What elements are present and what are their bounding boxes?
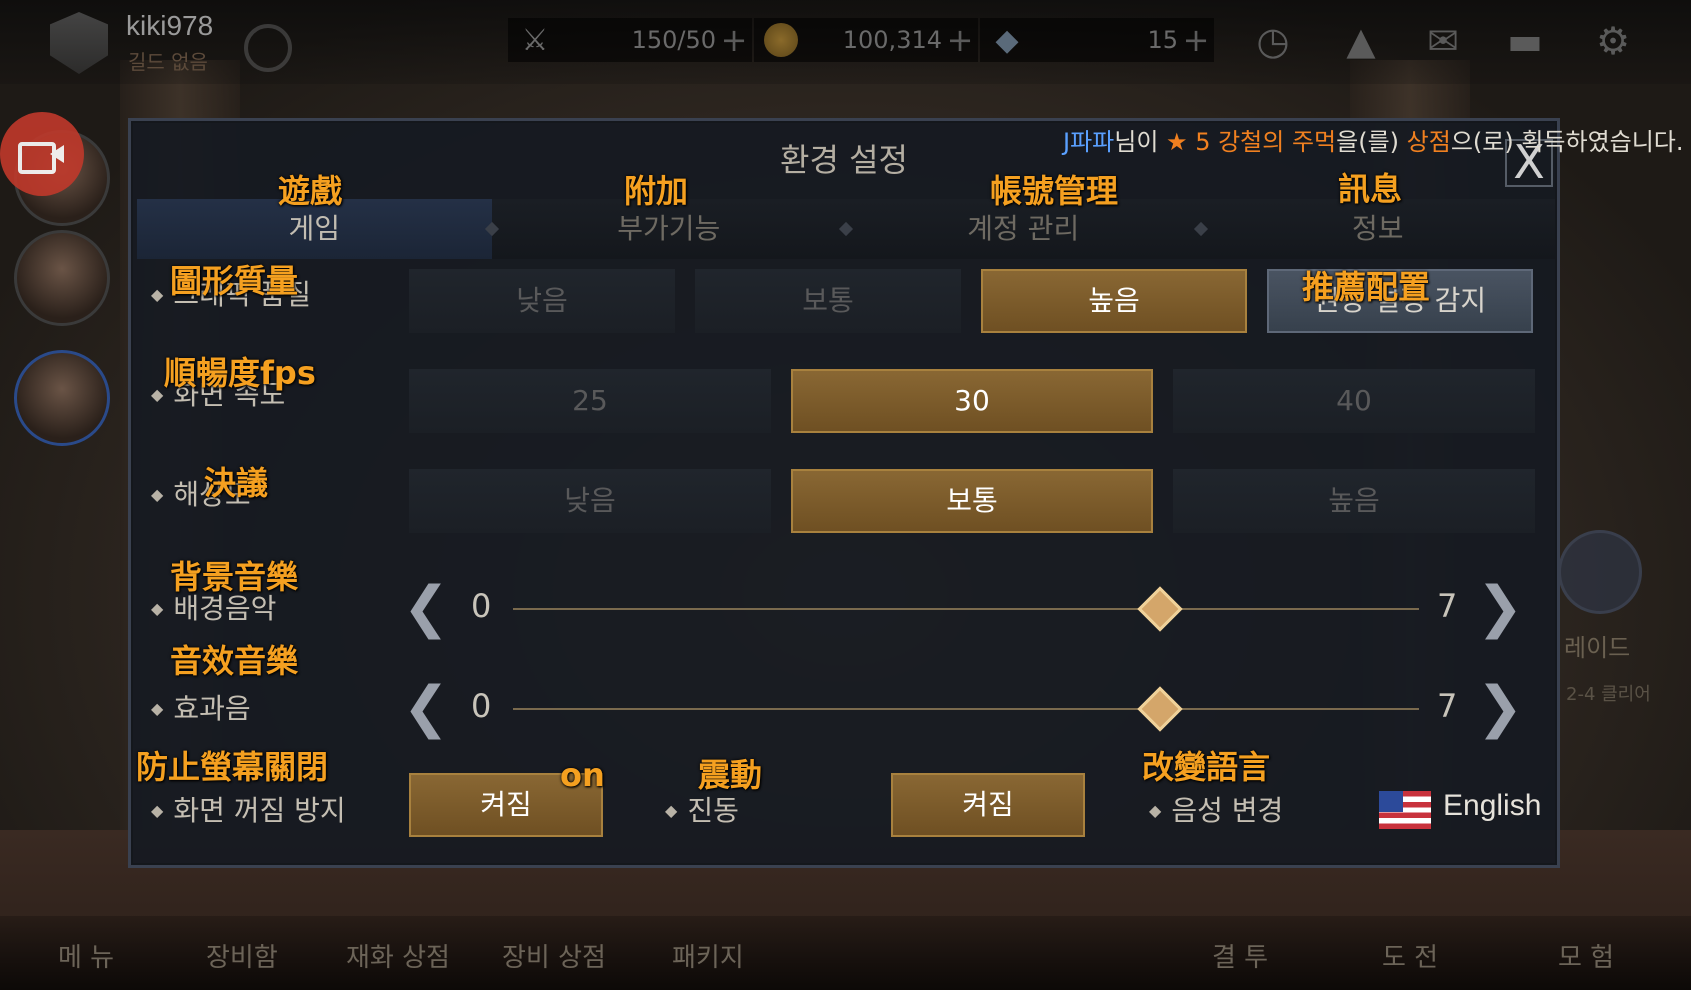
graphics-high-button[interactable]: 높음 xyxy=(981,269,1247,333)
tab-label: 정보 xyxy=(1351,212,1404,245)
caption-recommended: 推薦配置 xyxy=(1302,268,1431,306)
bottom-nav: 메 뉴 장비함 재화 상점 장비 상점 패키지 결 투 도 전 모 험 xyxy=(0,916,1691,990)
nav-duel[interactable]: 결 투 xyxy=(1212,937,1268,974)
sfx-increase-arrow-icon[interactable]: ❯ xyxy=(1475,677,1525,739)
gold-value: 100,314 xyxy=(842,26,942,54)
helmet-icon[interactable] xyxy=(244,24,292,72)
nav-menu[interactable]: 메 뉴 xyxy=(58,937,114,974)
player-name: kiki978 xyxy=(126,10,214,41)
vibration-toggle[interactable]: 켜짐 xyxy=(891,773,1085,837)
voice-language-value[interactable]: English xyxy=(1443,789,1541,823)
nav-equipment-shop[interactable]: 장비 상점 xyxy=(502,937,606,974)
raid-label: 레이드 xyxy=(1564,634,1631,662)
nav-challenge[interactable]: 도 전 xyxy=(1382,937,1438,974)
caption-voice: 改變語言 xyxy=(1142,748,1271,786)
add-gem-button[interactable]: + xyxy=(1178,21,1214,59)
nav-package[interactable]: 패키지 xyxy=(672,937,744,974)
notification-text: 을(를) xyxy=(1336,128,1407,156)
nav-currency-shop[interactable]: 재화 상점 xyxy=(346,937,450,974)
caption-account-tab: 帳號管理 xyxy=(990,172,1119,210)
guild-name: 길드 없음 xyxy=(128,50,208,74)
gem-bar: ◆ 15 + xyxy=(980,18,1214,62)
notification-star: ★ 5 xyxy=(1166,128,1219,156)
notification-item: 강철의 주먹 xyxy=(1218,128,1337,156)
add-stamina-button[interactable]: + xyxy=(716,21,752,59)
raid-skull-icon[interactable] xyxy=(1558,530,1642,614)
sword-icon: ⚔ xyxy=(521,23,549,58)
graphics-medium-button[interactable]: 보통 xyxy=(695,269,961,333)
notification-player: J파파 xyxy=(1063,128,1115,156)
caption-vibration: 震動 xyxy=(698,756,763,794)
us-flag-icon[interactable] xyxy=(1379,791,1431,829)
gem-value: 15 xyxy=(1147,26,1178,54)
acquisition-notification: J파파님이 ★ 5 강철의 주먹을(를) 상점으(로) 획득하였습니다. xyxy=(1063,122,1684,157)
sfx-decrease-arrow-icon[interactable]: ❮ xyxy=(401,677,451,739)
top-hud: kiki978 길드 없음 ⚔ 150/50 + 100,314 + ◆ 15 … xyxy=(0,0,1691,84)
nav-adventure[interactable]: 모 험 xyxy=(1558,937,1614,974)
notification-place: 상점 xyxy=(1406,128,1451,156)
sfx-slider-knob[interactable] xyxy=(1137,686,1183,732)
sfx-max: 7 xyxy=(1437,687,1458,725)
notification-text: 님이 xyxy=(1114,128,1167,156)
bgm-slider-knob[interactable] xyxy=(1137,586,1183,632)
stamina-bar: ⚔ 150/50 + xyxy=(508,18,752,62)
caption-resolution: 決議 xyxy=(204,464,269,502)
clock-icon[interactable]: ◷ xyxy=(1248,18,1298,64)
caption-screen-off: 防止螢幕關閉 xyxy=(136,748,329,786)
raid-progress: 2-4 클리어 xyxy=(1566,684,1651,705)
record-video-icon[interactable] xyxy=(0,112,84,196)
bgm-max: 7 xyxy=(1437,587,1458,625)
chat-icon[interactable]: ▬ xyxy=(1500,18,1550,64)
bgm-slider-track[interactable] xyxy=(513,608,1419,610)
caption-on: on xyxy=(560,756,605,794)
resolution-high-button[interactable]: 높음 xyxy=(1173,469,1535,533)
bgm-decrease-arrow-icon[interactable]: ❮ xyxy=(401,577,451,639)
gem-icon: ◆ xyxy=(995,23,1019,58)
sfx-label: 효과음 xyxy=(151,687,250,727)
tab-label: 부가기능 xyxy=(617,212,721,245)
guild-emblem-icon[interactable] xyxy=(50,12,108,74)
stamina-value: 150/50 xyxy=(631,26,716,54)
tab-label: 게임 xyxy=(288,212,341,245)
notification-text: 으(로) 획득하였습니다. xyxy=(1450,128,1684,156)
caption-game-tab: 遊戲 xyxy=(278,172,343,210)
gold-coin-icon xyxy=(764,23,798,57)
resolution-medium-button[interactable]: 보통 xyxy=(791,469,1153,533)
bgm-min: 0 xyxy=(471,587,492,625)
fps-30-button[interactable]: 30 xyxy=(791,369,1153,433)
bell-icon[interactable]: ▲ xyxy=(1336,18,1386,64)
bgm-increase-arrow-icon[interactable]: ❯ xyxy=(1475,577,1525,639)
caption-fps: 順暢度fps xyxy=(164,354,316,392)
caption-graphics-quality: 圖形質量 xyxy=(170,262,299,300)
party-portrait[interactable] xyxy=(14,230,110,326)
add-gold-button[interactable]: + xyxy=(942,21,978,59)
sfx-slider-track[interactable] xyxy=(513,708,1419,710)
gold-bar: 100,314 + xyxy=(754,18,978,62)
party-portrait[interactable] xyxy=(14,350,110,446)
nav-inventory[interactable]: 장비함 xyxy=(206,937,278,974)
voice-change-label: 음성 변경 xyxy=(1149,789,1283,829)
mail-icon[interactable]: ✉ xyxy=(1418,18,1468,64)
gear-icon[interactable]: ⚙ xyxy=(1588,18,1638,64)
fps-40-button[interactable]: 40 xyxy=(1173,369,1535,433)
sfx-min: 0 xyxy=(471,687,492,725)
caption-sfx: 音效音樂 xyxy=(170,642,299,680)
resolution-low-button[interactable]: 낮음 xyxy=(409,469,771,533)
settings-dialog: 환경 설정 X 게임 부가기능 계정 관리 정보 그래픽 품질 낮음 보통 높음… xyxy=(128,118,1560,868)
caption-bgm: 背景音樂 xyxy=(170,558,299,596)
caption-extras-tab: 附加 xyxy=(624,172,689,210)
tab-label: 계정 관리 xyxy=(967,212,1080,245)
fps-25-button[interactable]: 25 xyxy=(409,369,771,433)
graphics-low-button[interactable]: 낮음 xyxy=(409,269,675,333)
caption-info-tab: 訊息 xyxy=(1338,170,1403,208)
screen-off-prevention-label: 화면 꺼짐 방지 xyxy=(151,789,345,829)
